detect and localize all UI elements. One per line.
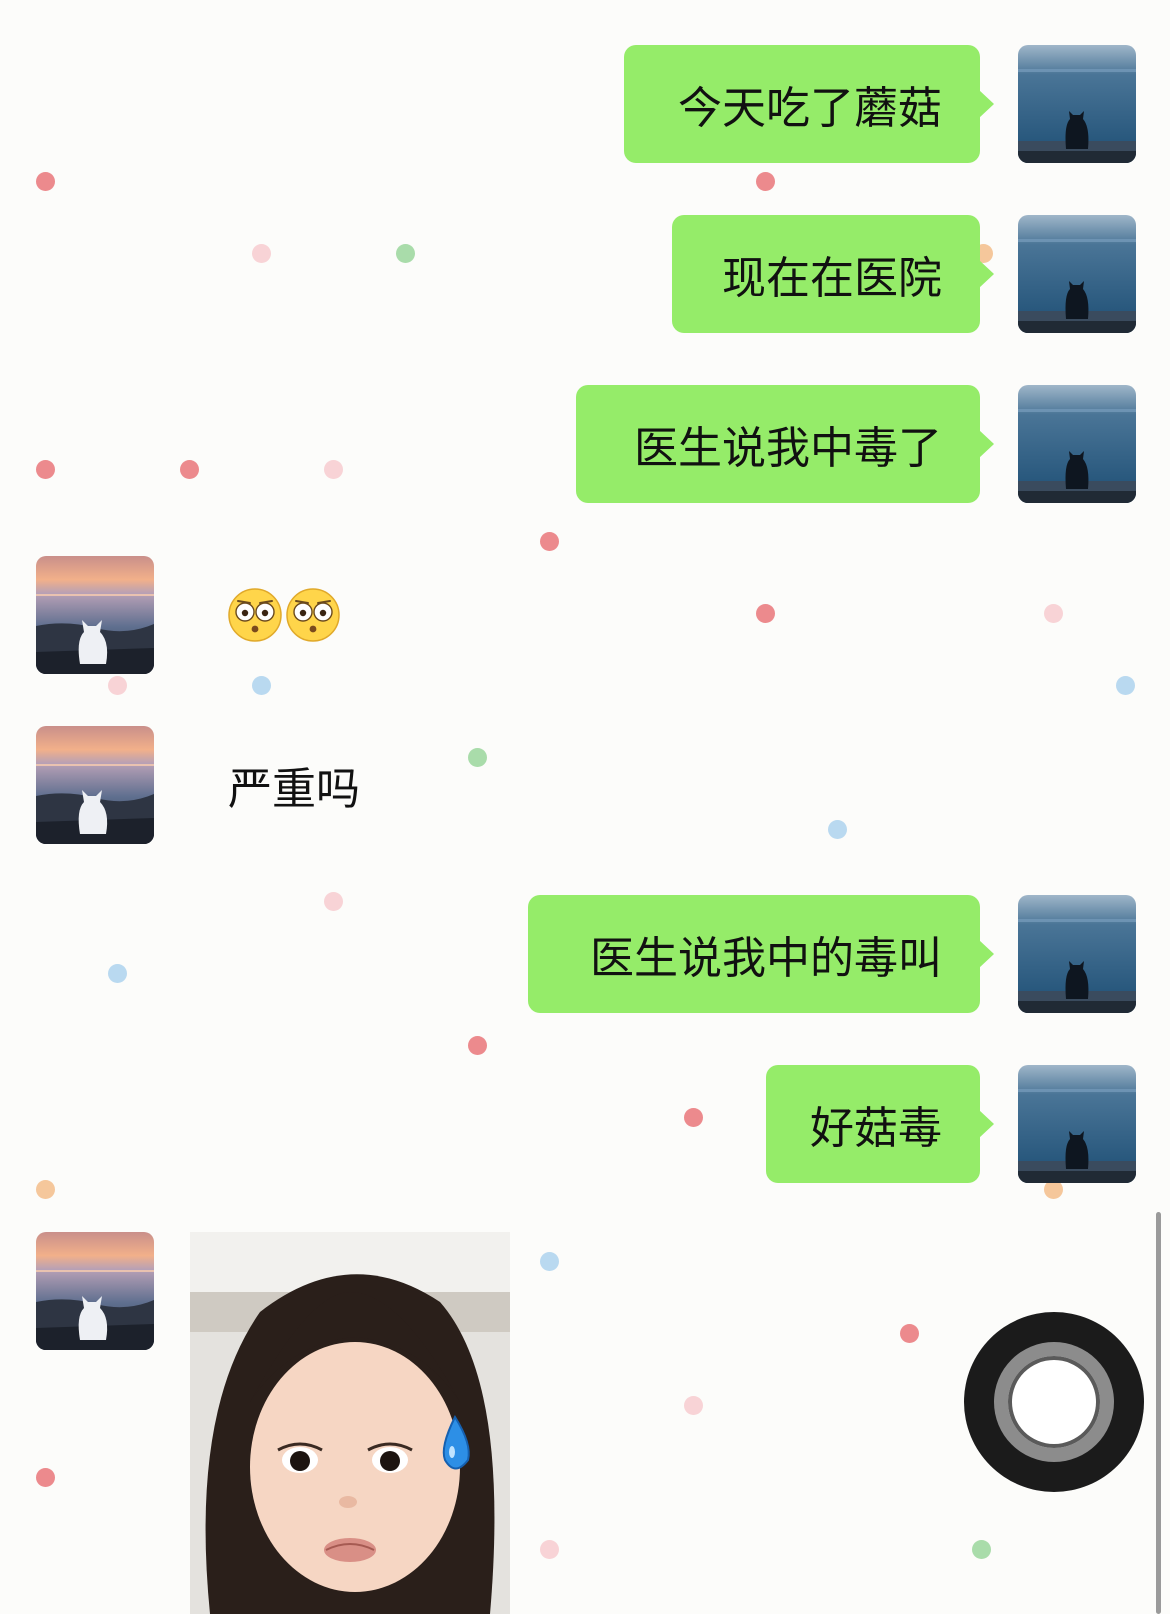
scrollbar[interactable]: [1156, 1212, 1161, 1614]
crying-girl-sticker-icon[interactable]: [190, 1232, 510, 1614]
self-avatar[interactable]: [1018, 215, 1136, 333]
assistive-touch-button[interactable]: [964, 1312, 1144, 1492]
message-bubble-sent[interactable]: 医生说我中毒了: [576, 385, 994, 503]
assistive-touch-center-icon: [1008, 1356, 1100, 1448]
contact-avatar[interactable]: [36, 726, 154, 844]
self-avatar[interactable]: [1018, 385, 1136, 503]
self-avatar[interactable]: [1018, 895, 1136, 1013]
flushed-face-emoji-icon: [228, 588, 282, 642]
message-text-received[interactable]: 严重吗: [228, 726, 360, 844]
flushed-face-emoji-icon: [286, 588, 340, 642]
self-avatar[interactable]: [1018, 1065, 1136, 1183]
self-avatar[interactable]: [1018, 45, 1136, 163]
message-bubble-sent[interactable]: 好菇毒: [766, 1065, 994, 1183]
contact-avatar[interactable]: [36, 1232, 154, 1350]
message-bubble-sent[interactable]: 现在在医院: [672, 215, 994, 333]
message-bubble-sent[interactable]: 医生说我中的毒叫: [528, 895, 994, 1013]
contact-avatar[interactable]: [36, 556, 154, 674]
message-bubble-sent[interactable]: 今天吃了蘑菇: [624, 45, 994, 163]
message-emoji-received[interactable]: [228, 556, 344, 674]
